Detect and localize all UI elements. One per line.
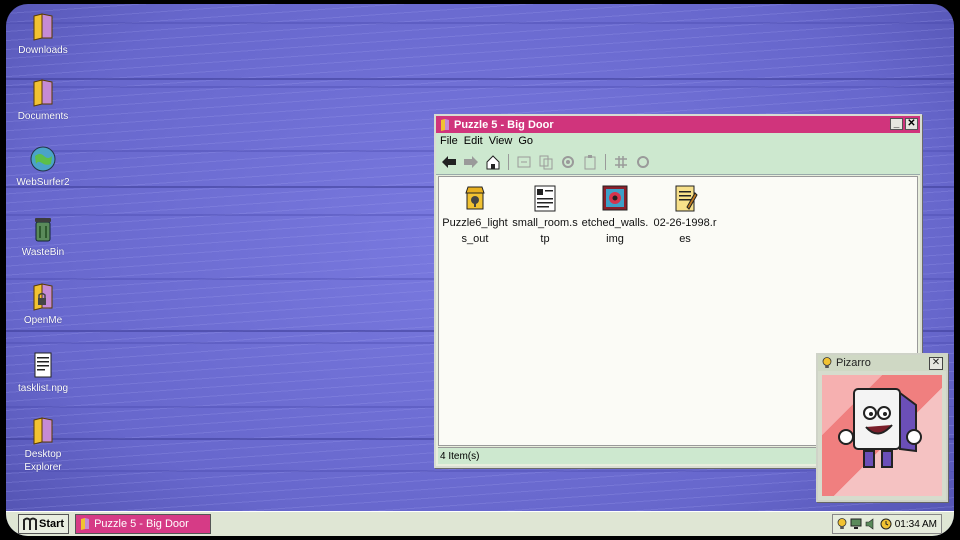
file-name: Puzzle6_lights_out — [442, 217, 508, 245]
desktop-icon-label: tasklist.npg — [17, 383, 69, 394]
image-icon — [602, 185, 628, 211]
assistant-window: Pizarro ✕ — [816, 353, 948, 502]
menu-go[interactable]: Go — [518, 135, 533, 150]
assistant-view — [822, 375, 942, 496]
toolbar-separator — [508, 154, 509, 170]
folder-icon — [33, 417, 53, 445]
refresh-icon — [637, 156, 649, 168]
copy-icon — [539, 155, 553, 170]
refresh-button[interactable] — [634, 153, 652, 171]
menu-edit[interactable]: Edit — [464, 135, 483, 150]
file-name: 02-26-1998.res — [653, 217, 717, 245]
properties-icon — [615, 156, 627, 168]
file-item[interactable]: Puzzle6_lights_out — [441, 183, 509, 247]
cut-button[interactable] — [515, 153, 533, 171]
taskbar-clock: 01:34 AM — [894, 518, 937, 530]
menu-file[interactable]: File — [440, 135, 458, 150]
folder-icon — [81, 518, 90, 530]
file-name: small_room.stp — [512, 217, 578, 245]
window-title: Puzzle 5 - Big Door — [454, 118, 554, 131]
volume-icon[interactable] — [865, 518, 877, 530]
notepad-icon — [675, 185, 698, 212]
file-item[interactable]: small_room.stp — [511, 183, 579, 247]
desktop-icon-label: OpenMe — [23, 315, 63, 326]
forward-arrow-icon — [464, 156, 478, 168]
folder-lock-icon — [33, 283, 53, 311]
desktop-icon-openme[interactable]: OpenMe — [8, 282, 78, 327]
desktop-icon-documents[interactable]: Documents — [8, 78, 78, 123]
desktop-icon-label: Downloads — [18, 45, 68, 56]
lightbulb-icon[interactable] — [837, 518, 847, 530]
paste-button[interactable] — [581, 153, 599, 171]
status-item-count: 4 Item(s) — [440, 450, 480, 462]
up-folder-icon — [486, 155, 500, 170]
desktop-icon-label: WebSurfer2 — [16, 177, 70, 188]
notepad-mascot-icon[interactable] — [822, 375, 942, 495]
folder-icon — [33, 13, 53, 41]
desktop-icon-downloads[interactable]: Downloads — [8, 12, 78, 57]
clock-icon — [880, 518, 892, 530]
back-button[interactable] — [440, 153, 458, 171]
assistant-close-button[interactable]: ✕ — [929, 357, 943, 370]
folder-icon — [441, 118, 449, 131]
properties-button[interactable] — [612, 153, 630, 171]
wood-plank-line — [6, 78, 954, 80]
paste-icon — [584, 155, 596, 170]
desktop-icon-desktop-explorer[interactable]: Desktop Explorer — [8, 416, 78, 474]
desktop: Downloads Documents WebSurfer2 WasteBin — [6, 4, 954, 536]
desktop-icon-tasklist[interactable]: tasklist.npg — [8, 350, 78, 395]
network-icon[interactable] — [850, 518, 862, 530]
window-titlebar[interactable]: Puzzle 5 - Big Door _ ✕ — [436, 116, 920, 133]
system-tray: 01:34 AM — [831, 514, 942, 534]
menu-bar: File Edit View Go — [436, 133, 920, 150]
desktop-icon-label: WasteBin — [21, 247, 65, 258]
close-button[interactable]: ✕ — [905, 118, 918, 130]
start-button[interactable]: Start — [18, 514, 70, 534]
trash-icon — [35, 218, 51, 242]
file-item[interactable]: etched_walls.img — [581, 183, 649, 247]
desktop-icon-label: Documents — [17, 111, 69, 122]
notepad-icon — [34, 352, 52, 378]
desktop-icon-websurfer2[interactable]: WebSurfer2 — [8, 144, 78, 189]
start-logo-icon — [23, 517, 37, 530]
settings-icon — [562, 156, 574, 168]
back-arrow-icon — [442, 156, 456, 168]
menu-view[interactable]: View — [489, 135, 513, 150]
minimize-button[interactable]: _ — [890, 118, 903, 130]
assistant-titlebar[interactable]: Pizarro ✕ — [818, 355, 946, 371]
folder-icon — [33, 79, 53, 107]
taskbar-item-label: Puzzle 5 - Big Door — [94, 518, 189, 530]
desktop-icon-wastebin[interactable]: WasteBin — [8, 214, 78, 259]
forward-button[interactable] — [462, 153, 480, 171]
taskbar: Start Puzzle 5 - Big Door 01:34 AM — [6, 511, 954, 536]
taskbar-item-puzzle5[interactable]: Puzzle 5 - Big Door — [75, 514, 212, 534]
globe-icon — [30, 146, 56, 172]
document-icon — [534, 185, 556, 212]
toolbar-separator — [605, 154, 606, 170]
up-folder-button[interactable] — [484, 153, 502, 171]
file-name: etched_walls.img — [581, 217, 649, 245]
assistant-title: Pizarro — [836, 357, 871, 369]
toolbar — [436, 150, 920, 175]
locked-file-icon — [465, 186, 485, 210]
copy-button[interactable] — [537, 153, 555, 171]
settings-button[interactable] — [559, 153, 577, 171]
desktop-icon-label: Desktop Explorer — [24, 449, 62, 473]
start-label: Start — [39, 518, 65, 530]
lightbulb-icon — [822, 357, 832, 368]
file-item[interactable]: 02-26-1998.res — [651, 183, 719, 247]
cut-icon — [517, 156, 531, 168]
